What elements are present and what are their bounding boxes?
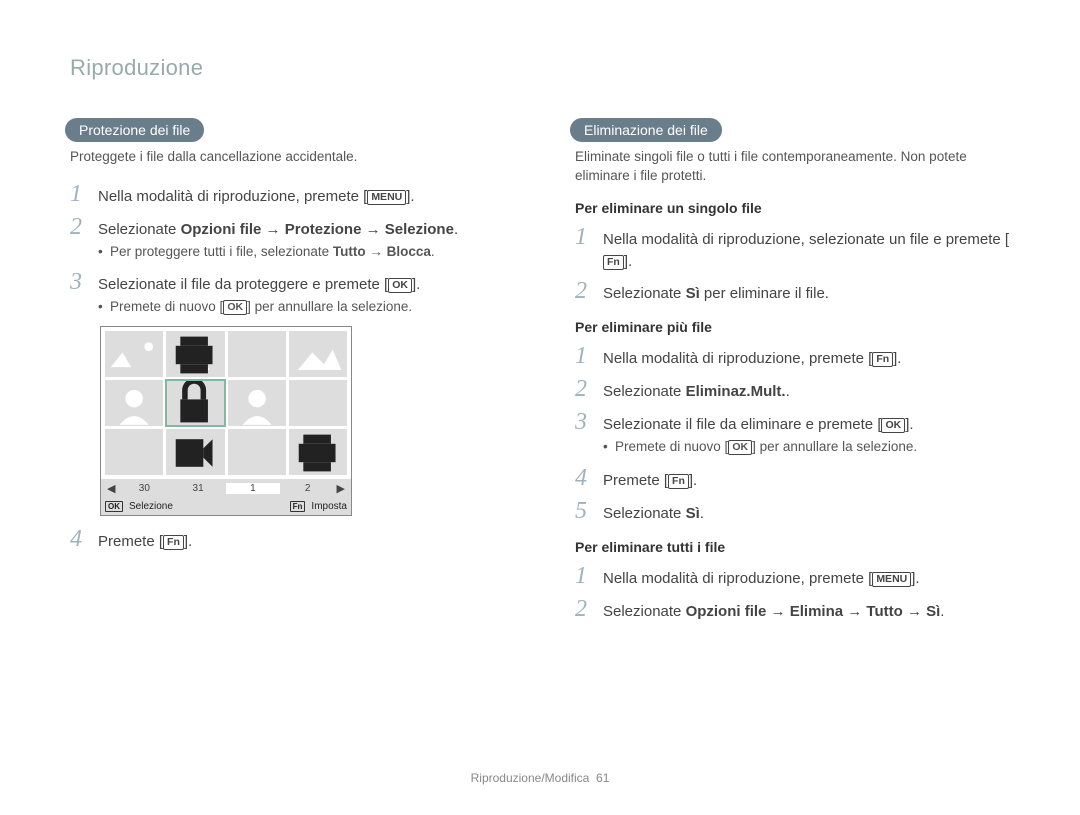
chevron-left-icon: ◀ <box>105 482 117 495</box>
subheading: Per eliminare tutti i file <box>575 539 1010 555</box>
fn-button-icon: Fn <box>163 535 184 550</box>
step-number: 4 <box>575 465 603 492</box>
status-label: Imposta <box>311 501 347 512</box>
thumbnail-cell <box>105 380 163 426</box>
menu-button-icon: MENU <box>872 572 911 587</box>
step-number: 5 <box>575 498 603 525</box>
step: 4 Premete [Fn]. <box>70 526 505 553</box>
step: 3 Selezionate il file da proteggere e pr… <box>70 269 505 296</box>
step-number: 4 <box>70 526 98 553</box>
day-label: 2 <box>281 483 335 494</box>
sub-bullet: Premete di nuovo [OK] per annullare la s… <box>615 438 1010 456</box>
menu-button-icon: MENU <box>367 190 406 205</box>
ok-button-icon: OK <box>881 418 905 433</box>
fn-button-icon: Fn <box>668 474 689 489</box>
section-desc-delete: Eliminate singoli file o tutti i file co… <box>575 148 1010 186</box>
subheading: Per eliminare un singolo file <box>575 200 1010 216</box>
ok-button-icon: OK <box>105 501 123 512</box>
step: 2 Selezionate Sì per eliminare il file. <box>575 278 1010 305</box>
step: 1 Nella modalità di riproduzione, selezi… <box>575 224 1010 273</box>
step-number: 1 <box>575 563 603 590</box>
step-text: Selezionate Sì per eliminare il file. <box>603 283 829 305</box>
step-text: Nella modalità di riproduzione, premete … <box>603 348 901 370</box>
step-number: 1 <box>70 181 98 208</box>
step-number: 3 <box>575 409 603 436</box>
page-footer: Riproduzione/Modifica 61 <box>0 771 1080 785</box>
step-text: Selezionate Eliminaz.Mult.. <box>603 381 790 403</box>
step-text: Selezionate Opzioni file → Elimina → Tut… <box>603 601 944 623</box>
step-number: 2 <box>575 278 603 305</box>
thumbnail-cell <box>105 429 163 475</box>
thumbnail-cell <box>166 331 224 377</box>
sub-bullet: Per proteggere tutti i file, selezionate… <box>110 243 505 261</box>
thumbnail-cell <box>289 429 347 475</box>
thumbnail-cell <box>228 429 286 475</box>
step-text: Selezionate il file da proteggere e prem… <box>98 274 420 296</box>
thumbnail-status-bar: OK Selezione Fn Imposta <box>101 497 351 515</box>
step: 1 Nella modalità di riproduzione, premet… <box>70 181 505 208</box>
thumbnail-cell <box>228 331 286 377</box>
step: 1 Nella modalità di riproduzione, premet… <box>575 343 1010 370</box>
step-number: 1 <box>575 224 603 251</box>
sub-bullet: Premete di nuovo [OK] per annullare la s… <box>110 298 505 316</box>
lock-icon <box>166 381 223 426</box>
fn-button-icon: Fn <box>872 352 893 367</box>
thumbnail-cell <box>105 331 163 377</box>
step: 1 Nella modalità di riproduzione, premet… <box>575 563 1010 590</box>
step-number: 2 <box>575 376 603 403</box>
step-text: Selezionate Opzioni file → Protezione → … <box>98 219 458 241</box>
thumbnail-cell-selected <box>166 380 224 426</box>
step: 2 Selezionate Opzioni file → Elimina → T… <box>575 596 1010 623</box>
manual-page: Riproduzione Protezione dei file Protegg… <box>0 0 1080 625</box>
thumbnail-screenshot: ◀ 30 31 1 2 ▶ OK Selezione Fn Imposta <box>100 326 352 516</box>
left-column: Protezione dei file Proteggete i file da… <box>70 116 505 625</box>
step: 5 Selezionate Sì. <box>575 498 1010 525</box>
step-text: Selezionate il file da eliminare e preme… <box>603 414 914 436</box>
step-text: Premete [Fn]. <box>603 470 697 492</box>
day-label: 30 <box>117 483 171 494</box>
step-number: 1 <box>575 343 603 370</box>
chevron-right-icon: ▶ <box>335 482 347 495</box>
printer-icon <box>166 332 223 377</box>
section-desc-protect: Proteggete i file dalla cancellazione ac… <box>70 148 505 167</box>
ok-button-icon: OK <box>223 300 247 315</box>
thumbnail-date-bar: ◀ 30 31 1 2 ▶ <box>101 479 351 497</box>
day-label: 31 <box>171 483 225 494</box>
step-text: Nella modalità di riproduzione, selezion… <box>603 229 1010 273</box>
subheading: Per eliminare più file <box>575 319 1010 335</box>
step: 4 Premete [Fn]. <box>575 465 1010 492</box>
footer-page-number: 61 <box>596 771 609 785</box>
fn-button-icon: Fn <box>603 255 624 270</box>
thumbnail-cell <box>289 380 347 426</box>
step-number: 2 <box>575 596 603 623</box>
step: 2 Selezionate Eliminaz.Mult.. <box>575 376 1010 403</box>
step-text: Nella modalità di riproduzione, premete … <box>603 568 920 590</box>
step: 2 Selezionate Opzioni file → Protezione … <box>70 214 505 241</box>
fn-button-icon: Fn <box>290 501 306 512</box>
ok-button-icon: OK <box>388 278 412 293</box>
section-heading-protect: Protezione dei file <box>65 118 204 142</box>
step-text: Nella modalità di riproduzione, premete … <box>98 186 415 208</box>
step-number: 3 <box>70 269 98 296</box>
right-column: Eliminazione dei file Eliminate singoli … <box>575 116 1010 625</box>
step-text: Premete [Fn]. <box>98 531 192 553</box>
step: 3 Selezionate il file da eliminare e pre… <box>575 409 1010 436</box>
day-label-selected: 1 <box>226 483 280 494</box>
printer-icon <box>289 430 346 475</box>
columns: Protezione dei file Proteggete i file da… <box>70 116 1010 625</box>
thumbnail-cell <box>228 380 286 426</box>
thumbnail-grid <box>101 327 351 479</box>
section-heading-delete: Eliminazione dei file <box>570 118 722 142</box>
footer-section: Riproduzione/Modifica <box>471 771 590 785</box>
step-number: 2 <box>70 214 98 241</box>
ok-button-icon: OK <box>728 440 752 455</box>
step-text: Selezionate Sì. <box>603 503 704 525</box>
thumbnail-cell <box>289 331 347 377</box>
page-title: Riproduzione <box>70 55 1010 81</box>
video-icon <box>166 430 223 475</box>
status-label: Selezione <box>129 501 173 512</box>
thumbnail-cell <box>166 429 224 475</box>
